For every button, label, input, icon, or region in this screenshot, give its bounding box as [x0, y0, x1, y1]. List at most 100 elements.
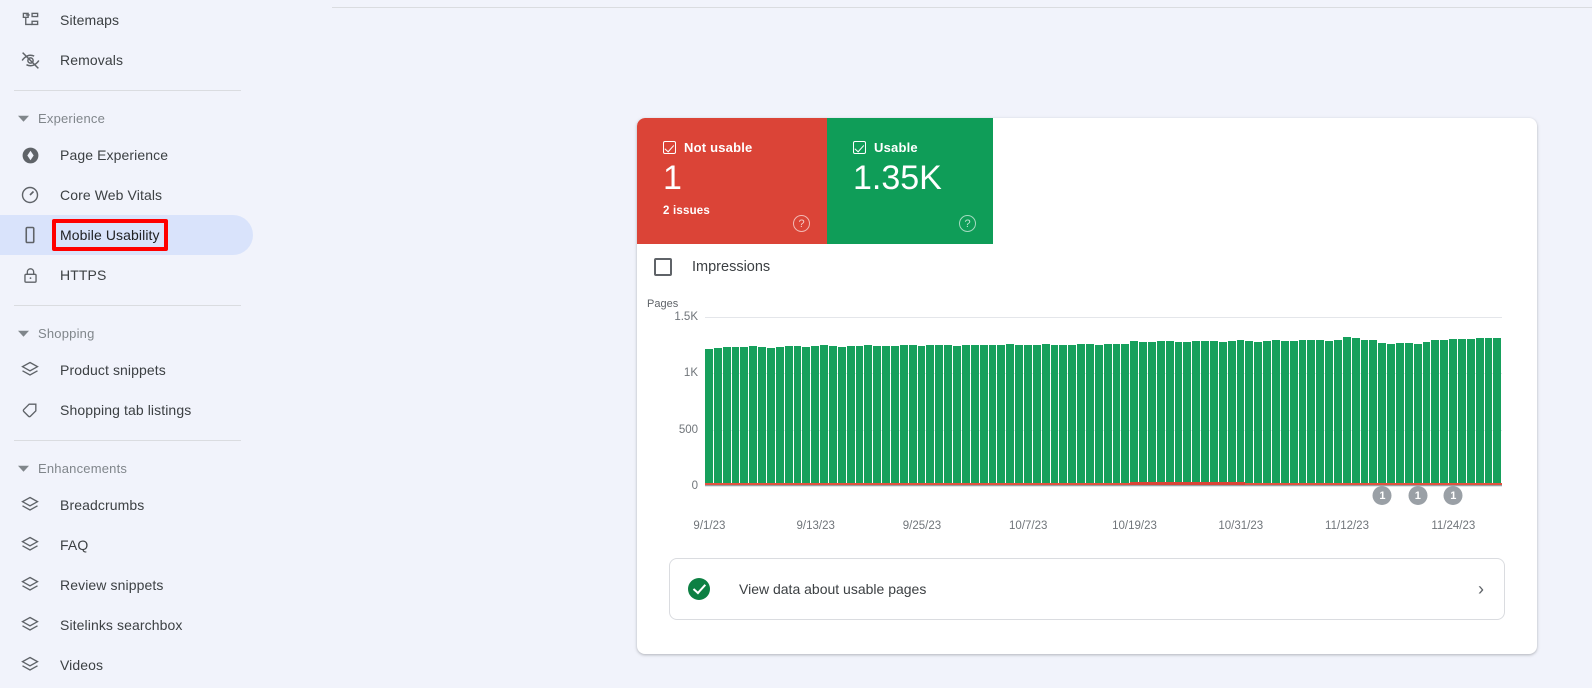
chart-bar[interactable] [1227, 341, 1236, 486]
chart-bar[interactable] [846, 346, 855, 486]
chart-bar[interactable] [1236, 340, 1245, 486]
sidebar-item-removals[interactable]: Removals [0, 40, 253, 80]
chart-bar[interactable] [1298, 340, 1307, 486]
sidebar-item-breadcrumbs[interactable]: Breadcrumbs [0, 485, 253, 525]
chart-bar[interactable] [784, 346, 793, 486]
chart-bar[interactable] [1369, 340, 1378, 486]
sidebar-item-faq[interactable]: FAQ [0, 525, 253, 565]
chart-bar[interactable] [1218, 341, 1227, 486]
chart-bar[interactable] [1254, 341, 1263, 486]
chart-bar[interactable] [1112, 343, 1121, 486]
chart-bar[interactable] [1396, 343, 1404, 486]
chart-bar[interactable] [961, 345, 970, 486]
chart-bar[interactable] [758, 346, 767, 486]
chart-bar[interactable] [1272, 340, 1280, 486]
chart-bar[interactable] [1094, 344, 1103, 486]
chart-bar[interactable] [1041, 344, 1050, 486]
chart-bar[interactable] [1422, 342, 1431, 486]
chart-bar[interactable] [722, 347, 731, 486]
chart-bar[interactable] [1192, 341, 1201, 486]
chart-bar[interactable] [864, 345, 873, 486]
chart-bar[interactable] [1165, 340, 1174, 486]
sidebar-item-review-snippets[interactable]: Review snippets [0, 565, 253, 605]
chart-annotation-badge[interactable]: 1 [1408, 486, 1428, 505]
chart-bar[interactable] [1068, 344, 1077, 486]
chart-bar[interactable] [1404, 342, 1413, 486]
chart-bar[interactable] [767, 347, 775, 486]
sidebar-section-shopping[interactable]: Shopping [0, 316, 281, 350]
chart-bar[interactable] [1023, 345, 1032, 486]
chart-bar[interactable] [1085, 344, 1094, 486]
chart-bar[interactable] [1209, 341, 1218, 486]
chart-bar[interactable] [1440, 339, 1449, 486]
chart-bar[interactable] [1342, 337, 1351, 486]
chart-bar[interactable] [1121, 344, 1130, 486]
chart-bar[interactable] [1351, 338, 1360, 486]
sidebar-item-mobile-usability[interactable]: Mobile Usability [0, 215, 253, 255]
chart-bar[interactable] [1245, 340, 1254, 486]
chart-bar[interactable] [793, 346, 802, 486]
sidebar-item-product-snippets[interactable]: Product snippets [0, 350, 253, 390]
sidebar-item-page-experience[interactable]: Page Experience [0, 135, 253, 175]
chart-bar[interactable] [1280, 340, 1289, 486]
sidebar-item-core-web-vitals[interactable]: Core Web Vitals [0, 175, 253, 215]
chart-bar[interactable] [1475, 338, 1484, 486]
tile-checkbox-usable[interactable] [853, 141, 866, 154]
sidebar-section-enhancements[interactable]: Enhancements [0, 451, 281, 485]
chart-bar[interactable] [908, 345, 917, 486]
chart-bar[interactable] [1032, 344, 1041, 486]
chart-bar[interactable] [917, 345, 926, 486]
chart-annotation-badge[interactable]: 1 [1443, 486, 1463, 505]
chart-bar[interactable] [1493, 337, 1502, 486]
help-icon[interactable]: ? [793, 215, 810, 232]
chart-bar[interactable] [1458, 339, 1466, 486]
impressions-toggle[interactable]: Impressions [654, 258, 770, 276]
chart-bar[interactable] [873, 345, 882, 486]
chart-bar[interactable] [988, 345, 997, 486]
chart-bar[interactable] [820, 345, 829, 486]
chart-bar[interactable] [926, 345, 935, 486]
chart-bar[interactable] [970, 344, 979, 486]
chart-bar[interactable] [1316, 340, 1325, 486]
chart-bar[interactable] [1307, 339, 1316, 486]
chart-bar[interactable] [1183, 342, 1192, 486]
chart-bar[interactable] [740, 346, 749, 486]
chart-bar[interactable] [1139, 341, 1147, 486]
chart-bar[interactable] [811, 345, 820, 486]
chart-bar[interactable] [855, 345, 864, 486]
chart-bar[interactable] [944, 345, 953, 486]
chart-bar[interactable] [1156, 341, 1165, 486]
chart-bar[interactable] [1059, 345, 1068, 486]
chart-bar[interactable] [1050, 344, 1059, 486]
chart-bar[interactable] [1484, 337, 1493, 486]
sidebar-section-experience[interactable]: Experience [0, 101, 281, 135]
chart-bar[interactable] [1015, 344, 1023, 486]
chart-bar[interactable] [899, 344, 908, 486]
chart-bar[interactable] [837, 346, 846, 486]
chart-bar[interactable] [953, 345, 961, 486]
chart-bar[interactable] [1431, 340, 1440, 486]
chart-bar[interactable] [882, 346, 891, 486]
chart-bar[interactable] [731, 346, 740, 486]
chart-bar[interactable] [1360, 339, 1369, 486]
chart-bar[interactable] [802, 346, 811, 486]
chart-bar[interactable] [1077, 343, 1085, 486]
chart-bar[interactable] [713, 347, 722, 486]
chart-bar[interactable] [749, 346, 758, 486]
chart-bar[interactable] [775, 346, 784, 486]
chart-bar[interactable] [1130, 341, 1139, 486]
chart-bar[interactable] [1289, 341, 1298, 486]
status-tile-not-usable[interactable]: Not usable 1 2 issues? [637, 118, 827, 244]
chart-bar[interactable] [1413, 343, 1422, 486]
help-icon[interactable]: ? [959, 215, 976, 232]
chart-bar[interactable] [997, 344, 1006, 486]
impressions-checkbox[interactable] [654, 258, 672, 276]
sidebar-item-videos[interactable]: Videos [0, 645, 253, 685]
tile-checkbox-not-usable[interactable] [663, 141, 676, 154]
chart-bar[interactable] [979, 344, 988, 486]
chart-bar[interactable] [1387, 343, 1396, 486]
chart-bar[interactable] [935, 344, 944, 486]
sidebar-item-shopping-tab-listings[interactable]: Shopping tab listings [0, 390, 253, 430]
chart-bar[interactable] [829, 346, 837, 486]
status-tile-usable[interactable]: Usable 1.35K? [827, 118, 993, 244]
